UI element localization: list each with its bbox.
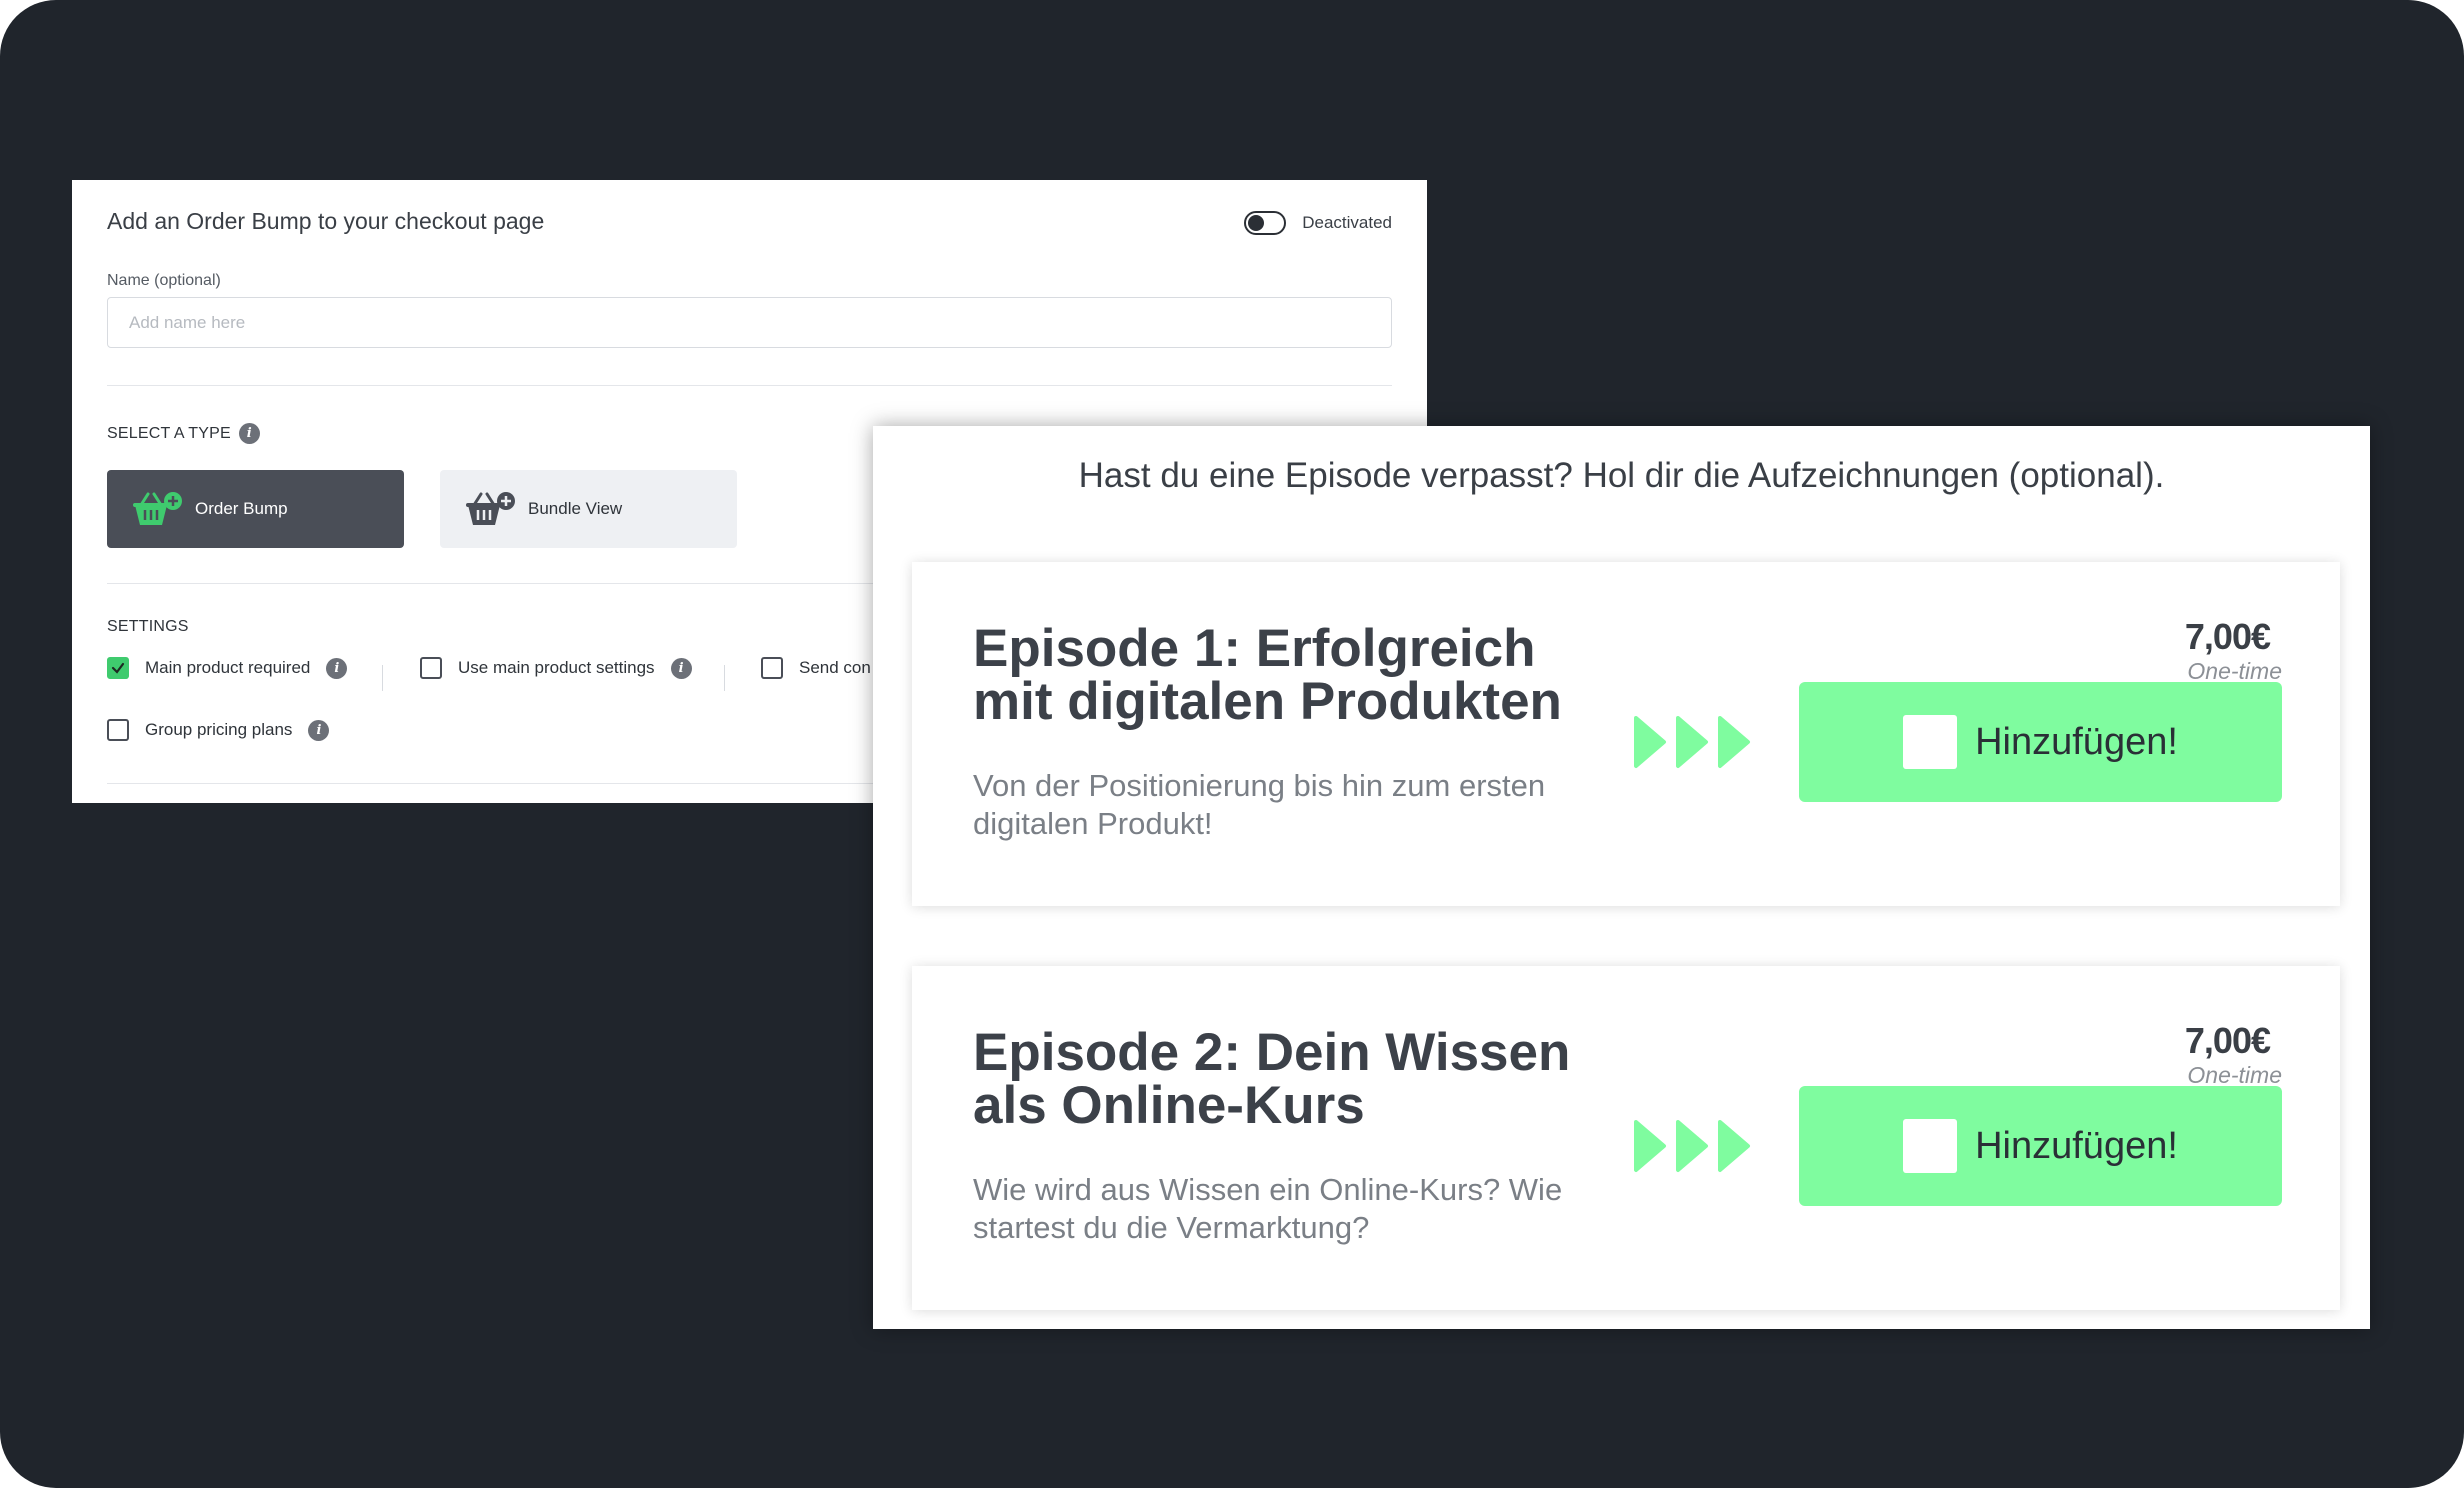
toggle-status-label: Deactivated <box>1302 213 1392 232</box>
triple-arrow-icon <box>1634 716 1750 768</box>
info-icon[interactable]: i <box>670 657 692 679</box>
episode-title: Episode 1: Erfolgreich mit digitalen Pro… <box>973 619 1562 731</box>
episode-description: Wie wird aus Wissen ein Online-Kurs? Wie… <box>973 1172 1563 1245</box>
preview-heading: Hast du eine Episode verpasst? Hol dir d… <box>1078 456 2165 495</box>
checkbox[interactable] <box>107 657 129 679</box>
info-icon[interactable]: i <box>326 657 348 679</box>
episode-price: 7,00€ <box>2184 1020 2271 1061</box>
option-main-product-required[interactable]: Main product required i <box>107 657 348 679</box>
basket-plus-icon <box>133 492 182 525</box>
triple-arrow-icon <box>1634 1120 1750 1172</box>
episode-recurrence: One-time <box>2187 1062 2282 1088</box>
checkmark-icon <box>111 662 125 674</box>
type-card-bundle-view[interactable]: Bundle View <box>440 470 737 548</box>
divider <box>107 385 1392 386</box>
order-bump-card-episode-1: Episode 1: Erfolgreich mit digitalen Pro… <box>912 562 2340 906</box>
checkbox[interactable] <box>107 719 129 741</box>
type-card-label: Bundle View <box>528 499 623 518</box>
add-button[interactable]: Hinzufügen! <box>1799 682 2282 802</box>
add-checkbox[interactable] <box>1903 1119 1958 1173</box>
option-use-main-product-settings[interactable]: Use main product settings i <box>420 657 692 679</box>
episode-recurrence: One-time <box>2187 658 2282 684</box>
basket-plus-icon <box>466 492 515 525</box>
add-checkbox[interactable] <box>1903 715 1958 769</box>
select-type-label: SELECT A TYPE <box>107 424 231 442</box>
name-input[interactable] <box>107 297 1392 348</box>
select-type-section-label: SELECT A TYPE i <box>107 423 260 444</box>
checkout-preview-panel: Hast du eine Episode verpasst? Hol dir d… <box>873 426 2370 1329</box>
backdrop: Add an Order Bump to your checkout page … <box>0 0 2464 1488</box>
checkbox[interactable] <box>420 657 442 679</box>
episode-description: Von der Positionierung bis hin zum erste… <box>973 768 1546 841</box>
type-card-order-bump[interactable]: Order Bump <box>107 470 404 548</box>
option-label: Main product required <box>145 658 311 677</box>
panel-title: Add an Order Bump to your checkout page <box>107 208 545 234</box>
option-label: Group pricing plans <box>145 720 293 739</box>
episode-title: Episode 2: Dein Wissen als Online-Kurs <box>973 1023 1571 1135</box>
option-group-pricing-plans[interactable]: Group pricing plans i <box>107 719 330 741</box>
activation-toggle[interactable] <box>1244 211 1287 235</box>
option-label: Send con <box>799 658 871 677</box>
episode-price: 7,00€ <box>2184 616 2271 657</box>
activation-toggle-group: Deactivated <box>1244 211 1392 235</box>
settings-label: SETTINGS <box>107 618 189 635</box>
order-bump-card-episode-2: Episode 2: Dein Wissen als Online-Kurs W… <box>912 966 2340 1310</box>
option-send-confirmation[interactable]: Send con <box>761 657 871 679</box>
checkbox[interactable] <box>761 657 783 679</box>
toggle-knob <box>1248 215 1265 231</box>
add-button-label: Hinzufügen! <box>1975 1124 2178 1167</box>
option-label: Use main product settings <box>458 658 655 677</box>
settings-section-label: SETTINGS <box>107 618 189 636</box>
divider <box>724 665 725 691</box>
divider <box>382 665 383 691</box>
add-button-label: Hinzufügen! <box>1975 720 2178 763</box>
name-field-label: Name (optional) <box>107 272 221 289</box>
add-button[interactable]: Hinzufügen! <box>1799 1086 2282 1206</box>
type-card-label: Order Bump <box>195 499 288 518</box>
info-icon[interactable]: i <box>308 719 330 741</box>
info-icon[interactable]: i <box>238 423 260 444</box>
